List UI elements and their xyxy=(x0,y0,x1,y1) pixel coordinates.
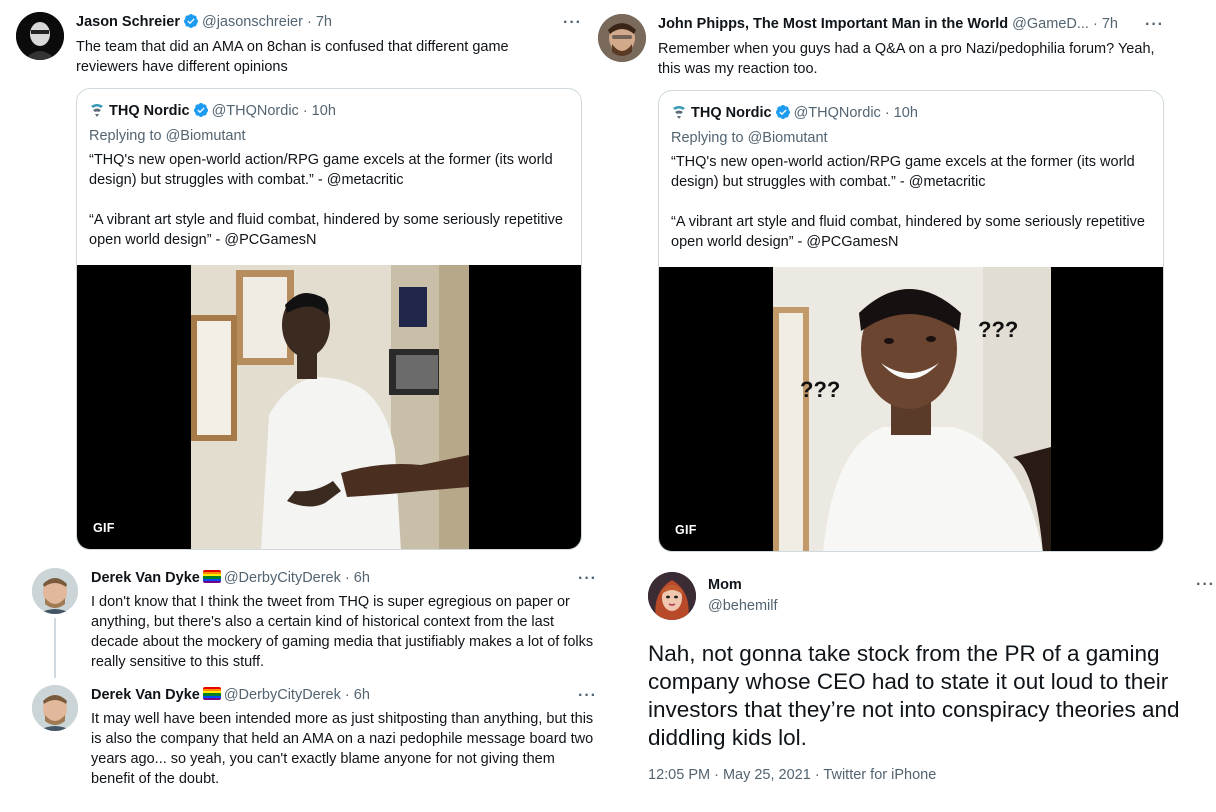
thq-logo-icon xyxy=(673,106,685,119)
tweet-jason-schreier[interactable]: Jason Schreier @jasonschreier · 7h ··· Th… xyxy=(0,0,600,560)
more-options-icon[interactable]: ··· xyxy=(578,571,597,587)
quote-text-2: “A vibrant art style and fluid combat, h… xyxy=(89,212,563,248)
tweet-text: Nah, not gonna take stock from the PR of… xyxy=(648,641,1180,750)
replying-to[interactable]: Replying to @Biomutant xyxy=(89,126,246,146)
avatar[interactable] xyxy=(648,572,696,620)
rainbow-flag-icon xyxy=(202,687,221,700)
display-name[interactable]: Mom xyxy=(708,575,742,595)
more-options-icon[interactable]: ··· xyxy=(1196,577,1215,593)
tweet-derek-van-dyke-1[interactable]: Derek Van Dyke @DerbyCityDerek · 6h ··· I… xyxy=(0,560,600,682)
quote-display-name: THQ Nordic xyxy=(691,105,772,121)
quote-handle: @THQNordic xyxy=(793,105,881,121)
gif-media[interactable]: GIF xyxy=(77,265,581,549)
gif-media[interactable]: ??? ??? GIF xyxy=(659,267,1163,551)
tweet-text: The team that did an AMA on 8chan is con… xyxy=(76,39,509,75)
gif-badge: GIF xyxy=(675,523,697,537)
quote-header: THQ Nordic @THQNordic · 10h xyxy=(671,103,918,123)
handle[interactable]: @DerbyCityDerek xyxy=(224,570,341,586)
avatar[interactable] xyxy=(32,568,78,614)
display-name[interactable]: John Phipps, The Most Important Man in t… xyxy=(658,16,1008,32)
tweet-header: Jason Schreier @jasonschreier · 7h xyxy=(76,12,332,32)
quote-display-name: THQ Nordic xyxy=(109,103,190,119)
avatar[interactable] xyxy=(32,685,78,731)
display-name[interactable]: Jason Schreier xyxy=(76,14,180,30)
tweet-header: John Phipps, The Most Important Man in t… xyxy=(658,14,1118,34)
handle[interactable]: @jasonschreier xyxy=(202,14,303,30)
more-options-icon[interactable]: ··· xyxy=(1145,17,1164,33)
quote-timestamp: · 10h xyxy=(302,103,336,119)
question-marks-left: ??? xyxy=(800,377,841,402)
tweet-header: Derek Van Dyke @DerbyCityDerek · 6h xyxy=(91,685,370,705)
quote-text-1: “THQ's new open-world action/RPG game ex… xyxy=(89,152,553,188)
gif-badge: GIF xyxy=(93,521,115,535)
avatar[interactable] xyxy=(598,14,646,62)
rainbow-flag-icon xyxy=(202,570,221,583)
verified-badge-icon xyxy=(183,14,198,28)
handle[interactable]: @GameD... xyxy=(1012,16,1089,32)
gif-image xyxy=(191,265,469,549)
quote-handle: @THQNordic xyxy=(211,103,299,119)
more-options-icon[interactable]: ··· xyxy=(563,15,582,31)
more-options-icon[interactable]: ··· xyxy=(578,688,597,704)
tweet-john-phipps[interactable]: John Phipps, The Most Important Man in t… xyxy=(598,0,1216,560)
timestamp[interactable]: · 7h xyxy=(307,14,332,30)
timestamp[interactable]: · 7h xyxy=(1093,16,1118,32)
replying-to[interactable]: Replying to @Biomutant xyxy=(671,128,828,148)
tweet-derek-van-dyke-2[interactable]: Derek Van Dyke @DerbyCityDerek · 6h ··· I… xyxy=(0,682,600,812)
tweet-meta[interactable]: 12:05 PM · May 25, 2021 · Twitter for iP… xyxy=(648,767,936,783)
tweet-mom[interactable]: Mom @behemilf ··· Nah, not gonna take st… xyxy=(630,560,1216,812)
display-name[interactable]: Derek Van Dyke xyxy=(91,570,200,586)
quote-timestamp: · 10h xyxy=(884,105,918,121)
timestamp[interactable]: · 6h xyxy=(345,687,370,703)
verified-badge-icon xyxy=(775,105,790,119)
verified-badge-icon xyxy=(193,103,208,117)
question-marks-right: ??? xyxy=(978,317,1019,342)
tweet-text: I don't know that I think the tweet from… xyxy=(91,594,594,670)
handle[interactable]: @DerbyCityDerek xyxy=(224,687,341,703)
tweet-text: Remember when you guys had a Q&A on a pr… xyxy=(658,41,1155,77)
quote-header: THQ Nordic @THQNordic · 10h xyxy=(89,101,336,121)
quote-text-1: “THQ's new open-world action/RPG game ex… xyxy=(671,154,1135,190)
timestamp[interactable]: · 6h xyxy=(345,570,370,586)
gif-image: ??? ??? xyxy=(773,267,1051,551)
quote-text-2: “A vibrant art style and fluid combat, h… xyxy=(671,214,1145,250)
quoted-tweet[interactable]: THQ Nordic @THQNordic · 10h Replying to @… xyxy=(658,90,1164,552)
thq-logo-icon xyxy=(91,104,103,117)
quoted-tweet[interactable]: THQ Nordic @THQNordic · 10h Replying to @… xyxy=(76,88,582,550)
display-name[interactable]: Derek Van Dyke xyxy=(91,687,200,703)
tweet-text: It may well have been intended more as j… xyxy=(91,711,594,787)
tweet-header: Derek Van Dyke @DerbyCityDerek · 6h xyxy=(91,568,370,588)
avatar[interactable] xyxy=(16,12,64,60)
thread-connector xyxy=(54,618,56,678)
handle[interactable]: @behemilf xyxy=(708,596,778,616)
